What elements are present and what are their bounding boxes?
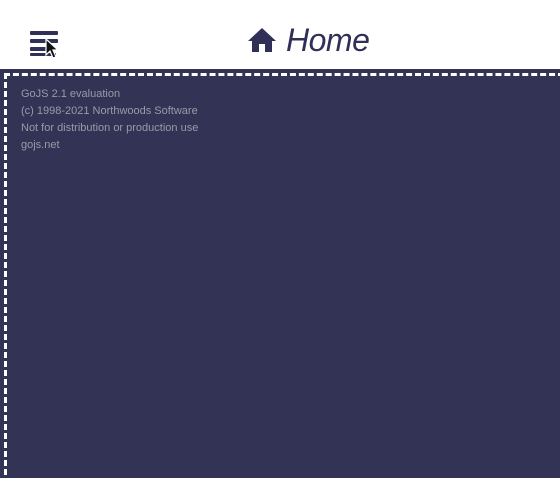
watermark-line: Not for distribution or production use: [21, 122, 199, 134]
watermark-line: gojs.net: [21, 139, 60, 151]
top-bar: Home: [0, 0, 560, 70]
watermark-line: GoJS 2.1 evaluation: [21, 88, 121, 100]
header-title-group: Home: [246, 20, 370, 60]
watermark-line: (c) 1998-2021 Northwoods Software: [21, 105, 198, 117]
gojs-watermark: GoJS 2.1 evaluation (c) 1998-2021 Northw…: [21, 86, 198, 154]
page-title: Home: [286, 22, 370, 58]
home-icon: [248, 28, 276, 52]
mouse-pointer-icon: [45, 38, 60, 59]
